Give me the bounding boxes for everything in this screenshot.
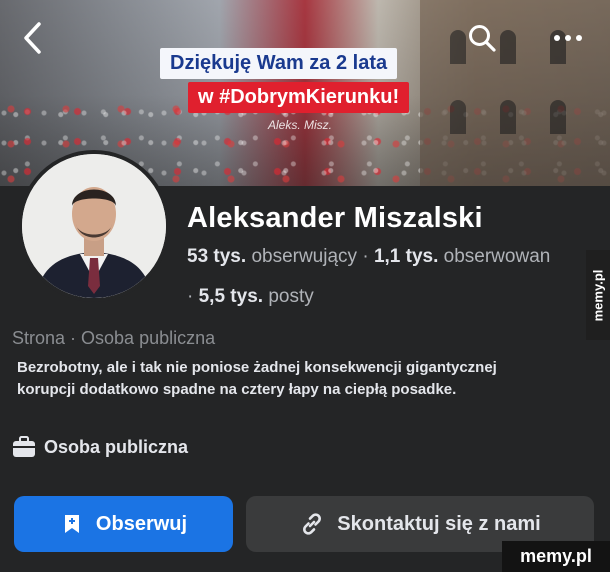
stats-separator: · [187, 286, 199, 307]
chevron-left-icon [24, 22, 41, 54]
cover-signature: Aleks. Misz. [268, 118, 333, 132]
followers-count[interactable]: 53 tys. [187, 246, 246, 267]
cover-banner-line1: Dziękuję Wam za 2 lata [160, 48, 398, 79]
following-count[interactable]: 1,1 tys. [374, 246, 438, 267]
back-button[interactable] [10, 16, 54, 60]
watermark-side: memy.pl [586, 250, 610, 340]
profile-posts-row: · 5,5 tys. posty [187, 286, 314, 308]
cover-banner-line2: w #DobrymKierunku! [188, 82, 410, 113]
stats-separator: · [362, 246, 374, 267]
public-figure-row: Osoba publiczna [12, 436, 188, 458]
link-icon [303, 513, 322, 535]
more-button[interactable] [546, 16, 590, 60]
profile-stats-row: 53 tys. obserwujący · 1,1 tys. obserwowa… [187, 246, 550, 268]
watermark-side-text: memy.pl [590, 269, 606, 321]
watermark-bottom: memy.pl [502, 541, 610, 572]
follow-button-label: Obserwuj [95, 512, 188, 535]
page-category: Strona · Osoba publiczna [12, 328, 216, 348]
public-figure-label: Osoba publiczna [44, 436, 189, 457]
follow-button[interactable]: Obserwuj [14, 496, 233, 552]
more-dots-icon [554, 35, 582, 41]
briefcase-icon [13, 436, 35, 457]
profile-photo [22, 154, 166, 298]
contact-button-label: Skontaktuj się z nami [337, 512, 541, 535]
posts-label: posty [268, 286, 314, 307]
profile-name: Aleksander Miszalski [187, 202, 483, 234]
follow-icon [64, 515, 79, 533]
following-label[interactable]: obserwowan [444, 246, 551, 267]
search-icon [469, 25, 496, 52]
followers-label[interactable]: obserwujący [251, 246, 357, 267]
search-button[interactable] [460, 16, 504, 60]
profile-bio: Bezrobotny, ale i tak nie poniose żadnej… [17, 359, 497, 398]
posts-count: 5,5 tys. [198, 286, 264, 307]
avatar[interactable] [18, 150, 170, 302]
